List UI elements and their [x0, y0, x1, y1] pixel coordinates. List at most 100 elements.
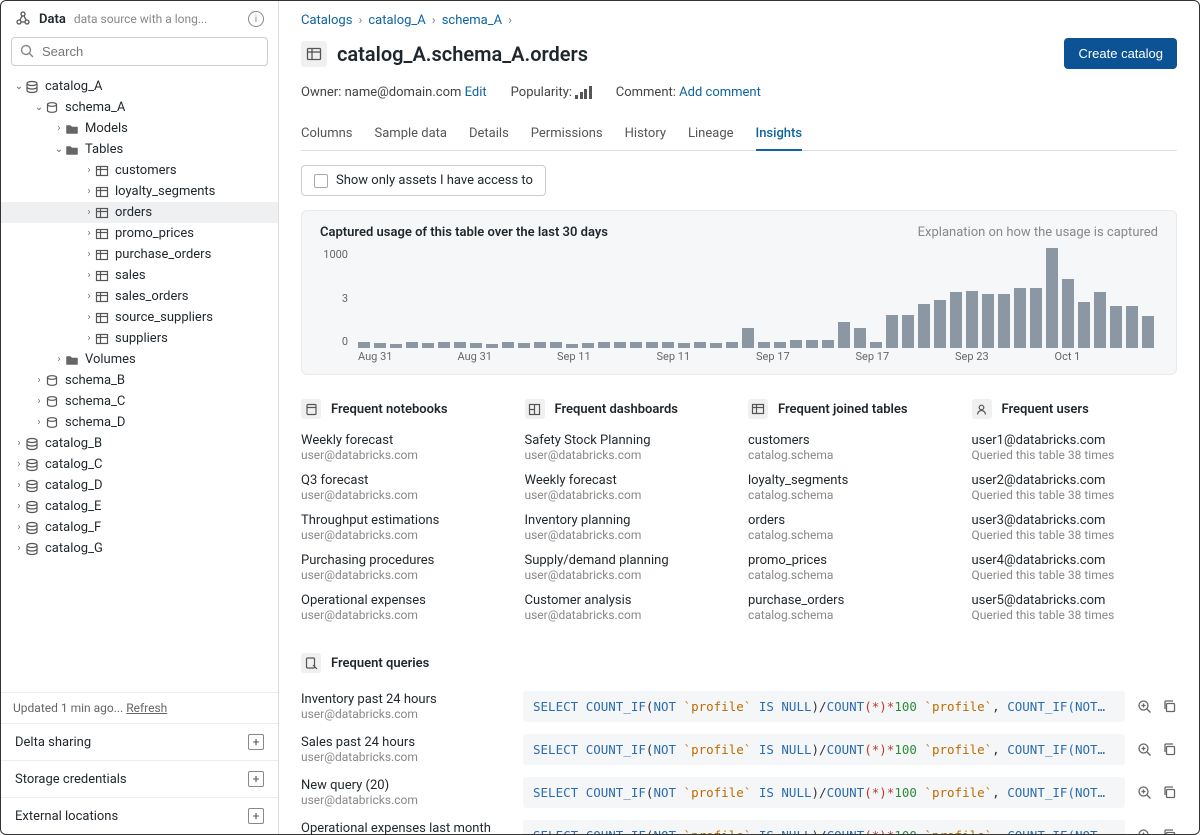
- chart-bar: [854, 328, 866, 348]
- frequent-item[interactable]: Customer analysisuser@databricks.com: [525, 593, 731, 622]
- tab-lineage[interactable]: Lineage: [688, 118, 734, 150]
- query-meta[interactable]: New query (20)user@databricks.com: [301, 778, 511, 807]
- caret-icon: ›: [83, 249, 95, 260]
- plus-icon[interactable]: +: [248, 734, 264, 750]
- tab-details[interactable]: Details: [469, 118, 509, 150]
- tree-catalog[interactable]: ⌄catalog_A: [1, 76, 278, 97]
- tree-schema[interactable]: ⌄schema_A: [1, 97, 278, 118]
- tree-table-loyalty_segments[interactable]: ›loyalty_segments: [1, 181, 278, 202]
- frequent-item[interactable]: customerscatalog.schema: [748, 433, 954, 462]
- add-comment-link[interactable]: Add comment: [679, 85, 761, 100]
- frequent-item[interactable]: user1@databricks.comQueried this table 3…: [972, 433, 1178, 462]
- tree-table-promo_prices[interactable]: ›promo_prices: [1, 223, 278, 244]
- sidebar-section-external locations[interactable]: External locations+: [1, 797, 278, 834]
- chart-bar: [966, 291, 978, 348]
- query-meta[interactable]: Sales past 24 hoursuser@databricks.com: [301, 735, 511, 764]
- refresh-link[interactable]: Refresh: [126, 701, 167, 715]
- tree-folder-volumes[interactable]: ›Volumes: [1, 349, 278, 370]
- edit-owner-link[interactable]: Edit: [465, 85, 487, 100]
- tree-table-sales_orders[interactable]: ›sales_orders: [1, 286, 278, 307]
- copy-icon[interactable]: [1162, 742, 1177, 757]
- frequent-item[interactable]: Throughput estimationsuser@databricks.co…: [301, 513, 507, 542]
- y-axis-labels: 100030: [320, 248, 352, 348]
- tree-table-orders[interactable]: ›orders: [1, 202, 278, 223]
- sql-preview[interactable]: SELECT COUNT_IF(NOT `profile` IS NULL)/C…: [523, 734, 1125, 765]
- sidebar-title: Data: [39, 12, 66, 27]
- frequent-item[interactable]: Purchasing proceduresuser@databricks.com: [301, 553, 507, 582]
- chart-bar: [358, 342, 370, 348]
- chart-explanation[interactable]: Explanation on how the usage is captured: [918, 225, 1158, 240]
- frequent-item[interactable]: loyalty_segmentscatalog.schema: [748, 473, 954, 502]
- tree-catalog-catalog_D[interactable]: ›catalog_D: [1, 475, 278, 496]
- notebooks-icon: [301, 399, 321, 419]
- tree-schema-schema_D[interactable]: ›schema_D: [1, 412, 278, 433]
- tree-catalog-catalog_F[interactable]: ›catalog_F: [1, 517, 278, 538]
- caret-icon: ›: [13, 438, 25, 449]
- frequent-users-column: Frequent usersuser1@databricks.comQuerie…: [972, 399, 1178, 633]
- chart-bar: [1078, 302, 1090, 348]
- chart-bar: [662, 342, 674, 348]
- zoom-icon[interactable]: [1137, 828, 1152, 834]
- tree-schema-schema_C[interactable]: ›schema_C: [1, 391, 278, 412]
- tab-columns[interactable]: Columns: [301, 118, 353, 150]
- frequent-item[interactable]: orderscatalog.schema: [748, 513, 954, 542]
- chart-bar: [422, 343, 434, 348]
- tab-history[interactable]: History: [625, 118, 666, 150]
- tab-insights[interactable]: Insights: [756, 118, 803, 151]
- frequent-item[interactable]: Supply/demand planninguser@databricks.co…: [525, 553, 731, 582]
- sidebar-section-delta sharing[interactable]: Delta sharing+: [1, 723, 278, 760]
- access-filter-checkbox[interactable]: Show only assets I have access to: [301, 165, 546, 196]
- frequent-item[interactable]: Weekly forecastuser@databricks.com: [525, 473, 731, 502]
- sidebar-section-storage credentials[interactable]: Storage credentials+: [1, 760, 278, 797]
- caret-icon: ›: [33, 375, 45, 386]
- frequent-item[interactable]: Inventory planninguser@databricks.com: [525, 513, 731, 542]
- frequent-item[interactable]: Operational expensesuser@databricks.com: [301, 593, 507, 622]
- tree-table-purchase_orders[interactable]: ›purchase_orders: [1, 244, 278, 265]
- zoom-icon[interactable]: [1137, 742, 1152, 757]
- tree-folder-models[interactable]: ›Models: [1, 118, 278, 139]
- tree-table-suppliers[interactable]: ›suppliers: [1, 328, 278, 349]
- copy-icon[interactable]: [1162, 828, 1177, 834]
- zoom-icon[interactable]: [1137, 699, 1152, 714]
- tab-permissions[interactable]: Permissions: [531, 118, 603, 150]
- tree-catalog-catalog_E[interactable]: ›catalog_E: [1, 496, 278, 517]
- sql-preview[interactable]: SELECT COUNT_IF(NOT `profile` IS NULL)/C…: [523, 777, 1125, 808]
- frequent-item[interactable]: Weekly forecastuser@databricks.com: [301, 433, 507, 462]
- plus-icon[interactable]: +: [248, 771, 264, 787]
- breadcrumb-item[interactable]: schema_A: [442, 13, 502, 28]
- query-meta[interactable]: Operational expenses last monthuser@data…: [301, 821, 511, 834]
- chart-bar: [1062, 279, 1074, 348]
- tree-table-source_suppliers[interactable]: ›source_suppliers: [1, 307, 278, 328]
- data-icon: [15, 11, 31, 27]
- chart-plot: [358, 248, 1154, 348]
- tree-schema-schema_B[interactable]: ›schema_B: [1, 370, 278, 391]
- tree-table-customers[interactable]: ›customers: [1, 160, 278, 181]
- tree-catalog-catalog_B[interactable]: ›catalog_B: [1, 433, 278, 454]
- copy-icon[interactable]: [1162, 699, 1177, 714]
- table-icon: [95, 164, 109, 178]
- sql-preview[interactable]: SELECT COUNT_IF(NOT `profile` IS NULL)/C…: [523, 691, 1125, 722]
- tab-sample data[interactable]: Sample data: [375, 118, 448, 150]
- frequent-item[interactable]: user4@databricks.comQueried this table 3…: [972, 553, 1178, 582]
- frequent-item[interactable]: user2@databricks.comQueried this table 3…: [972, 473, 1178, 502]
- query-meta[interactable]: Inventory past 24 hoursuser@databricks.c…: [301, 692, 511, 721]
- frequent-item[interactable]: user3@databricks.comQueried this table 3…: [972, 513, 1178, 542]
- info-icon[interactable]: i: [248, 11, 264, 27]
- frequent-item[interactable]: user5@databricks.comQueried this table 3…: [972, 593, 1178, 622]
- frequent-item[interactable]: Q3 forecastuser@databricks.com: [301, 473, 507, 502]
- tree-catalog-catalog_G[interactable]: ›catalog_G: [1, 538, 278, 559]
- tree-folder-tables[interactable]: ⌄Tables: [1, 139, 278, 160]
- zoom-icon[interactable]: [1137, 785, 1152, 800]
- frequent-item[interactable]: Safety Stock Planninguser@databricks.com: [525, 433, 731, 462]
- plus-icon[interactable]: +: [248, 808, 264, 824]
- frequent-item[interactable]: purchase_orderscatalog.schema: [748, 593, 954, 622]
- breadcrumb-item[interactable]: catalog_A: [368, 13, 425, 28]
- frequent-item[interactable]: promo_pricescatalog.schema: [748, 553, 954, 582]
- breadcrumb-item[interactable]: Catalogs: [301, 13, 352, 28]
- tree-table-sales[interactable]: ›sales: [1, 265, 278, 286]
- search-input[interactable]: [11, 37, 268, 66]
- copy-icon[interactable]: [1162, 785, 1177, 800]
- tree-catalog-catalog_C[interactable]: ›catalog_C: [1, 454, 278, 475]
- create-catalog-button[interactable]: Create catalog: [1064, 38, 1177, 69]
- sql-preview[interactable]: SELECT COUNT_IF(NOT `profile` IS NULL)/C…: [523, 820, 1125, 834]
